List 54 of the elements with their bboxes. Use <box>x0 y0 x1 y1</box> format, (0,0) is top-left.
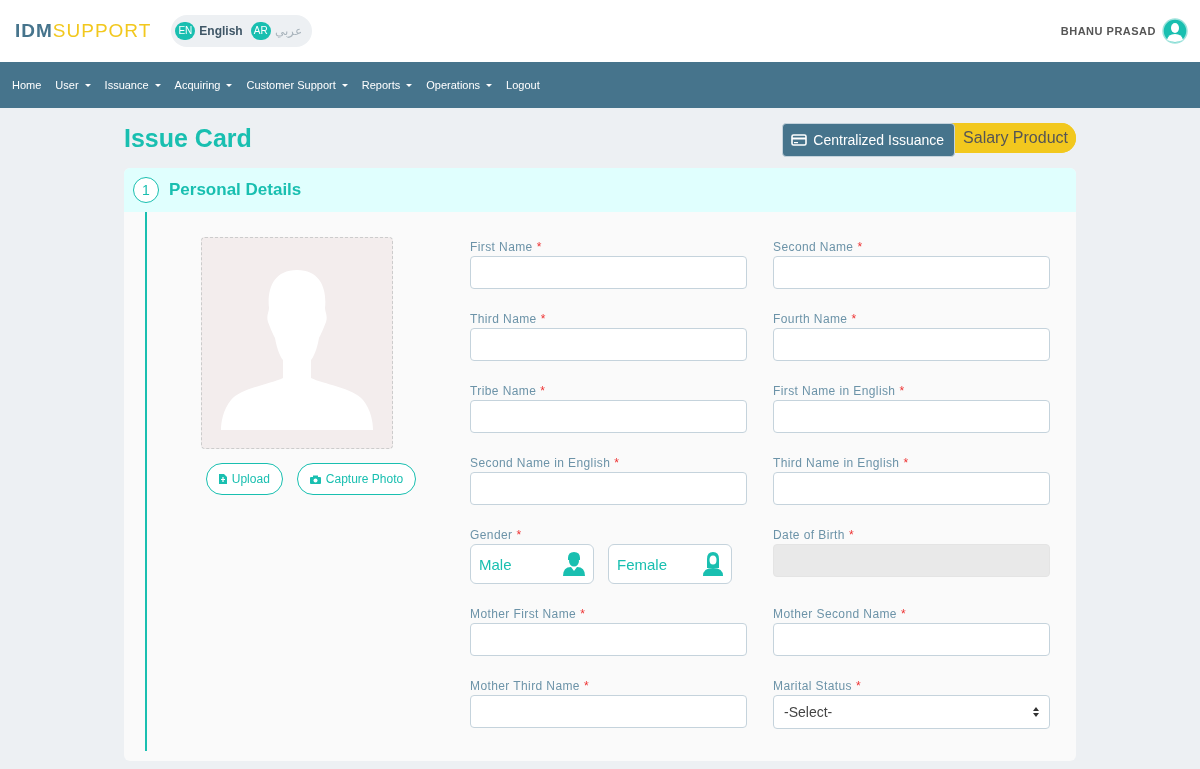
caret-icon <box>84 83 91 87</box>
field-label: First Name * <box>470 240 543 256</box>
text-field[interactable] <box>773 400 1050 433</box>
text-field[interactable] <box>773 472 1050 505</box>
field-label: Third Name * <box>470 312 547 328</box>
man-icon <box>563 552 585 576</box>
field-label: Tribe Name * <box>470 384 547 400</box>
sort-icon <box>1033 707 1039 717</box>
text-field[interactable] <box>470 695 747 728</box>
field-label: Second Name * <box>773 240 864 256</box>
field-label: Gender * <box>470 528 523 544</box>
nav-link[interactable]: User <box>55 79 91 91</box>
field-label: Marital Status * <box>773 679 863 695</box>
field-label: Second Name in English * <box>470 456 621 472</box>
text-field[interactable] <box>773 623 1050 656</box>
field-label: Fourth Name * <box>773 312 858 328</box>
field-label: Mother Third Name * <box>470 679 591 695</box>
issuance-toggle[interactable]: Centralized Issuance <box>782 123 956 157</box>
text-field[interactable] <box>773 328 1050 361</box>
text-field[interactable] <box>470 256 747 289</box>
field-label: Mother First Name * <box>470 607 587 623</box>
logo: IDMSUPPORT <box>15 20 152 42</box>
nav-link[interactable]: Acquiring <box>174 79 233 91</box>
field-label: Date of Birth * <box>773 528 855 544</box>
text-field[interactable] <box>773 256 1050 289</box>
field-label: First Name in English * <box>773 384 906 400</box>
avatar-icon[interactable] <box>1162 18 1188 44</box>
user-name: BHANU PRASAD <box>1060 25 1156 37</box>
nav-link[interactable]: Customer Support <box>246 79 348 91</box>
text-field[interactable] <box>470 472 747 505</box>
caret-icon <box>486 83 493 87</box>
field-label: Third Name in English * <box>773 456 910 472</box>
select-field[interactable]: -Select- <box>773 695 1050 729</box>
text-field[interactable] <box>470 400 747 433</box>
section-title: Personal Details <box>169 180 302 200</box>
nav-link[interactable]: Home <box>12 79 42 91</box>
text-field[interactable] <box>470 623 747 656</box>
caret-icon <box>406 83 413 87</box>
woman-icon <box>703 552 723 576</box>
file-upload-icon <box>218 474 227 484</box>
nav-link[interactable]: Reports <box>361 79 413 91</box>
caret-icon <box>341 83 348 87</box>
nav-link[interactable]: Operations <box>426 79 493 91</box>
nav-link[interactable]: Logout <box>506 79 540 91</box>
camera-icon <box>309 474 321 484</box>
nav-link[interactable]: Issuance <box>104 79 161 91</box>
caret-icon <box>154 83 161 87</box>
page-title: Issue Card <box>124 123 252 153</box>
language-option[interactable]: EN English <box>175 22 243 40</box>
step-number: 1 <box>133 177 159 203</box>
caret-icon <box>226 83 233 87</box>
field-label: Mother Second Name * <box>773 607 907 623</box>
text-field[interactable] <box>470 328 747 361</box>
card-icon <box>791 134 808 146</box>
